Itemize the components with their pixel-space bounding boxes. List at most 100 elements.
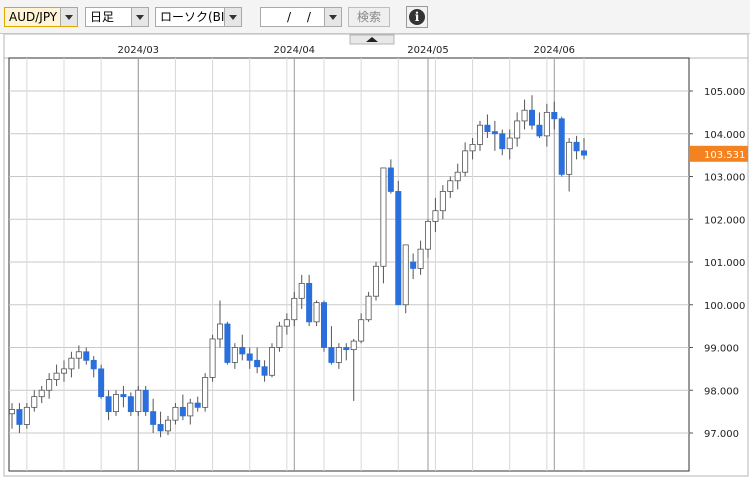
candle-down <box>536 124 543 137</box>
candle-up <box>216 323 223 340</box>
candle-down <box>558 118 565 175</box>
candle-down <box>410 261 417 269</box>
candle-up <box>113 394 120 413</box>
x-tick-label: 2024/03 <box>118 45 160 56</box>
candle-up <box>506 137 513 150</box>
calendar-dropdown-icon[interactable] <box>324 8 341 26</box>
info-button[interactable]: i <box>406 6 428 28</box>
candle-down <box>499 133 506 150</box>
candle-up <box>298 282 305 299</box>
candle-up <box>350 340 357 351</box>
candle-up <box>447 180 454 192</box>
candle-down <box>581 150 588 156</box>
period-select[interactable]: 日足 <box>85 7 149 27</box>
candle-down <box>157 424 164 432</box>
chevron-down-icon[interactable] <box>60 8 77 26</box>
candle-up <box>268 347 275 376</box>
candle-up <box>313 302 320 323</box>
candle-down <box>142 389 149 413</box>
y-tick-label: 103.000 <box>704 173 745 184</box>
candle-up <box>514 120 521 139</box>
candle-down <box>328 347 335 363</box>
x-tick-label: 2024/04 <box>274 45 316 56</box>
candle-down <box>529 109 536 126</box>
current-price-label: 103.531 <box>704 150 745 161</box>
y-tick-label: 99.000 <box>704 344 739 355</box>
candle-up <box>439 191 446 212</box>
candle-up <box>521 109 528 122</box>
candle-down <box>105 396 112 413</box>
candle-up <box>68 357 75 370</box>
candle-up <box>566 141 573 175</box>
candle-up <box>543 111 550 137</box>
candle-down <box>551 111 558 120</box>
candle-down <box>127 396 134 413</box>
candle-down <box>224 323 231 363</box>
candle-down <box>320 302 327 348</box>
chart-type-select[interactable]: ローソク(BID) <box>155 7 242 27</box>
candle-up <box>358 319 365 342</box>
candle-up <box>380 167 387 267</box>
candle-down <box>395 191 402 306</box>
y-tick-label: 105.000 <box>704 87 745 98</box>
candle-down <box>120 394 127 398</box>
candle-up <box>291 297 298 321</box>
candle-down <box>573 141 580 152</box>
candle-down <box>491 131 498 135</box>
candle-down <box>246 353 253 361</box>
candle-up <box>424 220 431 250</box>
chevron-down-icon[interactable] <box>131 8 148 26</box>
candle-down <box>98 368 105 398</box>
candle-up <box>276 325 283 348</box>
currency-pair-select[interactable]: AUD/JPY <box>4 7 78 27</box>
toolbar: AUD/JPY 日足 ローソク(BID) / / 検索 i <box>0 0 750 33</box>
y-tick-label: 100.000 <box>704 301 745 312</box>
candle-up <box>38 389 45 398</box>
candle-up <box>454 171 461 182</box>
candle-down <box>261 366 268 376</box>
candle-up <box>31 396 38 408</box>
candle-up <box>432 210 439 222</box>
candle-down <box>343 347 350 351</box>
y-tick-label: 97.000 <box>704 429 739 440</box>
candle-up <box>469 144 476 152</box>
search-button[interactable]: 検索 <box>348 7 390 27</box>
candle-up <box>61 368 68 374</box>
candle-up <box>75 351 82 359</box>
candle-down <box>254 359 261 368</box>
candle-up <box>372 265 379 297</box>
candle-up <box>135 389 142 413</box>
y-tick-label: 101.000 <box>704 258 745 269</box>
candle-up <box>202 377 209 408</box>
y-tick-label: 104.000 <box>704 130 745 141</box>
candle-down <box>150 411 157 425</box>
candle-down <box>16 409 23 425</box>
candle-up <box>46 379 53 391</box>
candle-down <box>194 402 201 408</box>
x-tick-label: 2024/06 <box>534 45 576 56</box>
x-tick-label: 2024/05 <box>407 45 449 56</box>
candle-up <box>402 244 409 306</box>
candle-up <box>365 295 372 321</box>
date-input[interactable]: / / <box>260 7 342 27</box>
y-tick-label: 102.000 <box>704 215 745 226</box>
candle-up <box>476 124 483 145</box>
candle-up <box>209 338 216 378</box>
info-icon: i <box>409 9 425 25</box>
candle-down <box>83 351 90 361</box>
candle-down <box>179 406 186 417</box>
candlestick-chart[interactable]: 105.000 104.000 103.000 102.000 101.000 100.0… <box>0 34 750 477</box>
candle-up <box>335 347 342 363</box>
candle-up <box>283 319 290 327</box>
candle-up <box>8 409 15 415</box>
candle-up <box>417 248 424 269</box>
candle-up <box>231 347 238 363</box>
y-tick-label: 98.000 <box>704 386 739 397</box>
candle-down <box>90 359 97 370</box>
candle-down <box>306 282 313 323</box>
candle-down <box>484 124 491 133</box>
candle-up <box>462 150 469 173</box>
chevron-down-icon[interactable] <box>224 8 241 26</box>
candle-up <box>172 406 179 421</box>
candle-up <box>187 402 194 417</box>
